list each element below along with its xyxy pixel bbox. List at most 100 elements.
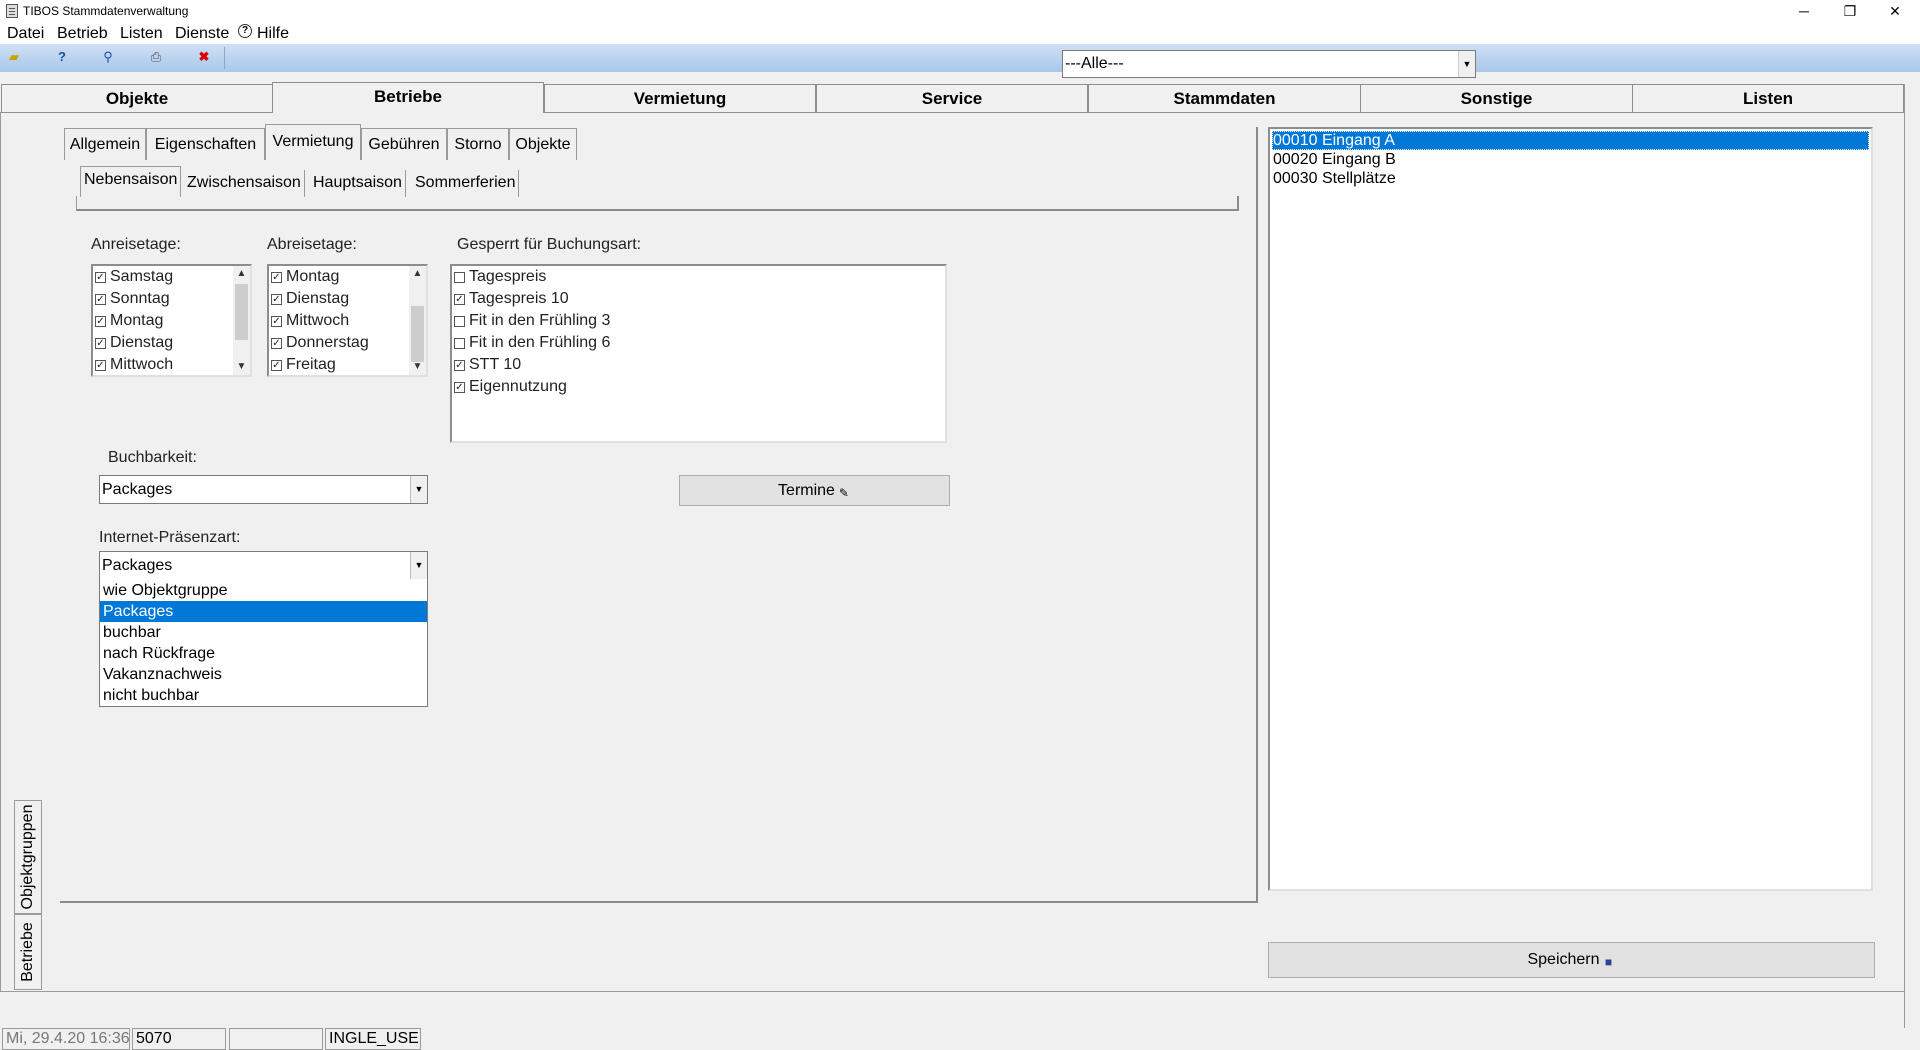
side-tab-objektgruppen[interactable]: Objektgruppen xyxy=(14,800,42,914)
chevron-down-icon[interactable]: ▼ xyxy=(410,476,427,503)
status-number: 5070 xyxy=(132,1028,226,1050)
menu-listen[interactable]: Listen xyxy=(120,25,163,43)
status-empty xyxy=(229,1028,323,1050)
open-folder-icon[interactable]: ▰ xyxy=(6,49,22,65)
checkbox-unchecked-icon[interactable] xyxy=(454,272,465,283)
tab-betriebe[interactable]: Betriebe xyxy=(272,82,544,113)
checkbox-checked-icon[interactable]: ✓ xyxy=(95,272,106,283)
buchbarkeit-select[interactable]: Packages ▼ xyxy=(99,475,428,504)
subtab-allgemein[interactable]: Allgemein xyxy=(64,128,146,160)
scroll-up-icon[interactable]: ▲ xyxy=(233,266,250,282)
save-button[interactable]: Speichern ■ xyxy=(1268,942,1875,978)
season-tab-nebensaison[interactable]: Nebensaison xyxy=(80,166,182,197)
checkbox-checked-icon[interactable]: ✓ xyxy=(271,338,282,349)
anreise-scrollbar[interactable]: ▲ ▼ xyxy=(233,266,250,375)
side-tab-betriebe-label: Betriebe xyxy=(19,922,36,982)
list-item[interactable]: 00020 Eingang B xyxy=(1272,150,1869,169)
status-user: INGLE_USE xyxy=(325,1028,421,1050)
tab-vermietung[interactable]: Vermietung xyxy=(544,84,816,113)
scroll-thumb[interactable] xyxy=(411,306,424,362)
checkbox-checked-icon[interactable]: ✓ xyxy=(95,338,106,349)
side-tab-betriebe[interactable]: Betriebe xyxy=(14,914,42,990)
scroll-down-icon[interactable]: ▼ xyxy=(233,359,250,375)
menu-dienste[interactable]: Dienste xyxy=(175,25,229,43)
list-item[interactable]: 00030 Stellplätze xyxy=(1272,169,1869,188)
scroll-up-icon[interactable]: ▲ xyxy=(409,266,426,282)
chevron-down-icon[interactable]: ▼ xyxy=(1458,51,1475,77)
toolbar-separator xyxy=(224,47,225,69)
tab-listen[interactable]: Listen xyxy=(1632,84,1904,113)
season-tab-zwischensaison[interactable]: Zwischensaison xyxy=(184,170,305,197)
checkbox-checked-icon[interactable]: ✓ xyxy=(271,294,282,305)
help-menu-icon: ? xyxy=(238,24,252,38)
termine-button-label: Termine xyxy=(778,482,835,499)
filter-select[interactable]: ---Alle--- ▼ xyxy=(1062,50,1476,78)
menu-datei[interactable]: Datei xyxy=(7,25,44,43)
anreise-listbox[interactable]: ✓ Samstag ✓ Sonntag ✓ Montag ✓ Dienstag ✓ Mit… xyxy=(91,264,252,377)
side-tab-objektgruppen-label: Objektgruppen xyxy=(19,804,36,910)
dropdown-option[interactable]: nicht buchbar xyxy=(100,685,427,706)
filter-value: ---Alle--- xyxy=(1065,55,1124,72)
abreise-scrollbar[interactable]: ▲ ▼ xyxy=(409,266,426,375)
help-icon[interactable]: ? xyxy=(54,49,70,65)
minimize-button[interactable]: ─ xyxy=(1781,0,1827,22)
list-item-selected[interactable]: 00010 Eingang A xyxy=(1272,131,1869,150)
abreise-label: Abreisetage: xyxy=(267,236,357,253)
dropdown-option[interactable]: Vakanznachweis xyxy=(100,664,427,685)
checkbox-checked-icon[interactable]: ✓ xyxy=(271,360,282,371)
betriebe-list[interactable]: 00010 Eingang A 00020 Eingang B 00030 St… xyxy=(1268,127,1873,891)
checkbox-checked-icon[interactable]: ✓ xyxy=(454,382,465,393)
internet-select[interactable]: Packages ▼ xyxy=(99,551,428,580)
dropdown-option[interactable]: nach Rückfrage xyxy=(100,643,427,664)
save-button-label: Speichern xyxy=(1527,951,1600,968)
internet-dropdown-list[interactable]: wie Objektgruppe Packages buchbar nach R… xyxy=(99,579,428,707)
internet-value: Packages xyxy=(102,557,173,574)
checkbox-checked-icon[interactable]: ✓ xyxy=(271,272,282,283)
app-icon xyxy=(6,4,18,18)
checkbox-checked-icon[interactable]: ✓ xyxy=(95,360,106,371)
season-tab-sommerferien[interactable]: Sommerferien xyxy=(412,170,520,197)
menu-betrieb[interactable]: Betrieb xyxy=(57,25,108,43)
checkbox-unchecked-icon[interactable] xyxy=(454,316,465,327)
internet-label: Internet-Präsenzart: xyxy=(99,529,241,546)
buchbarkeit-label: Buchbarkeit: xyxy=(108,449,197,466)
tab-service[interactable]: Service xyxy=(816,84,1088,113)
tab-stammdaten[interactable]: Stammdaten xyxy=(1088,84,1361,113)
detail-panel xyxy=(60,127,1258,903)
scroll-thumb[interactable] xyxy=(235,284,248,340)
abreise-listbox[interactable]: ✓ Montag ✓ Dienstag ✓ Mittwoch ✓ Donnerstag … xyxy=(267,264,428,377)
tab-objekte[interactable]: Objekte xyxy=(1,84,273,113)
checkbox-unchecked-icon[interactable] xyxy=(454,338,465,349)
season-tab-hauptsaison[interactable]: Hauptsaison xyxy=(310,170,406,197)
tab-sonstige[interactable]: Sonstige xyxy=(1360,84,1633,113)
dropdown-option[interactable]: buchbar xyxy=(100,622,427,643)
gesperrt-listbox[interactable]: Tagespreis ✓ Tagespreis 10 Fit in den Frü… xyxy=(450,264,947,443)
checkbox-checked-icon[interactable]: ✓ xyxy=(271,316,282,327)
chevron-down-icon[interactable]: ▼ xyxy=(410,552,427,579)
subtab-vermietung[interactable]: Vermietung xyxy=(265,124,361,160)
subtab-objekte[interactable]: Objekte xyxy=(509,128,577,160)
status-datetime: Mi, 29.4.20 16:36 xyxy=(2,1028,130,1050)
dropdown-option[interactable]: wie Objektgruppe xyxy=(100,580,427,601)
subtab-storno[interactable]: Storno xyxy=(447,128,509,160)
scroll-down-icon[interactable]: ▼ xyxy=(409,359,426,375)
checkbox-checked-icon[interactable]: ✓ xyxy=(95,294,106,305)
season-tab-body xyxy=(76,196,1239,211)
checkbox-checked-icon[interactable]: ✓ xyxy=(454,294,465,305)
close-button[interactable]: ✕ xyxy=(1872,0,1918,22)
buchbarkeit-value: Packages xyxy=(102,481,173,498)
dropdown-option-selected[interactable]: Packages xyxy=(100,601,427,622)
delete-icon[interactable]: ✖ xyxy=(196,49,212,65)
edit-pencil-icon: ✎ xyxy=(838,486,849,500)
termine-button[interactable]: Termine ✎ xyxy=(679,475,950,506)
menu-hilfe[interactable]: Hilfe xyxy=(257,25,289,43)
subtab-eigenschaften[interactable]: Eigenschaften xyxy=(146,128,265,160)
restore-button[interactable]: ❐ xyxy=(1827,0,1873,22)
title-bar: TIBOS Stammdatenverwaltung ─ ❐ ✕ xyxy=(0,0,1920,22)
search-icon[interactable]: ⚲ xyxy=(100,49,116,65)
checkbox-checked-icon[interactable]: ✓ xyxy=(95,316,106,327)
subtab-gebuehren[interactable]: Gebühren xyxy=(361,128,447,160)
checkbox-checked-icon[interactable]: ✓ xyxy=(454,360,465,371)
menu-bar: Datei Betrieb Listen Dienste Hilfe xyxy=(0,22,1920,44)
print-icon[interactable]: ⎙ xyxy=(148,49,164,65)
